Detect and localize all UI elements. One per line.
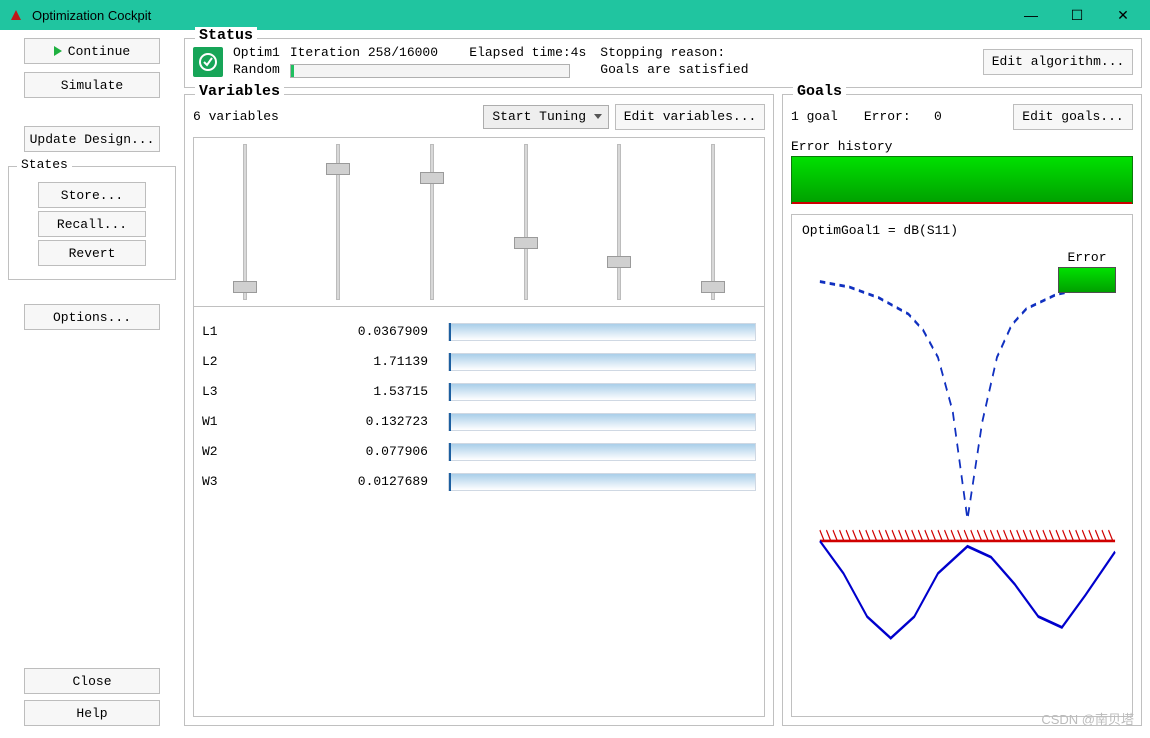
variable-slider[interactable] [589,144,649,300]
variable-value: 0.0127689 [300,474,440,489]
variables-group: Variables 6 variables Start Tuning Edit … [184,94,774,726]
continue-button[interactable]: Continue [24,38,160,64]
variable-slider[interactable] [308,144,368,300]
goal-plot-title: OptimGoal1 = dB(S11) [802,223,1122,238]
variable-slider[interactable] [402,144,462,300]
table-row: W3 0.0127689 [202,467,756,497]
error-swatch [1058,267,1116,293]
error-history-chart [791,156,1133,204]
variable-slider[interactable] [215,144,275,300]
states-legend: States [17,157,72,172]
table-row: L1 0.0367909 [202,317,756,347]
help-button[interactable]: Help [24,700,160,726]
variable-value: 0.132723 [300,414,440,429]
goals-group: Goals 1 goal Error: 0 Edit goals... Erro… [782,94,1142,726]
error-history-label: Error history [791,139,1133,154]
variable-name: L1 [202,324,292,339]
variable-name: L3 [202,384,292,399]
update-design-button[interactable]: Update Design... [24,126,160,152]
revert-button[interactable]: Revert [38,240,146,266]
close-window-button[interactable]: ✕ [1100,0,1146,30]
variable-name: L2 [202,354,292,369]
edit-algorithm-button[interactable]: Edit algorithm... [983,49,1133,75]
minimize-button[interactable]: — [1008,0,1054,30]
variable-name: W3 [202,474,292,489]
variables-count: 6 variables [193,109,477,124]
maximize-button[interactable]: ☐ [1054,0,1100,30]
variable-value: 0.077906 [300,444,440,459]
stopping-reason: Stopping reason: Goals are satisfied [600,45,748,79]
variable-value: 1.71139 [300,354,440,369]
variable-bar[interactable] [448,443,756,461]
states-group: States Store... Recall... Revert [8,166,176,280]
status-names: Optim1 Random [233,45,280,79]
elapsed-text: Elapsed time:4s [469,45,586,60]
stop-label: Stopping reason: [600,45,748,62]
recall-button[interactable]: Recall... [38,211,146,237]
table-row: W2 0.077906 [202,437,756,467]
goals-error: Error: 0 [864,109,1007,124]
window-title: Optimization Cockpit [32,8,151,23]
table-row: L2 1.71139 [202,347,756,377]
variable-bar[interactable] [448,383,756,401]
variable-slider[interactable] [683,144,743,300]
variable-bar[interactable] [448,473,756,491]
edit-goals-button[interactable]: Edit goals... [1013,104,1133,130]
status-icon [193,47,223,77]
table-row: W1 0.132723 [202,407,756,437]
chevron-down-icon [594,114,602,119]
goals-count: 1 goal [791,109,838,124]
progress-bar [290,64,570,78]
variables-legend: Variables [195,83,284,100]
error-badge-label: Error [1058,250,1116,265]
play-icon [54,46,62,56]
close-button[interactable]: Close [24,668,160,694]
table-row: L3 1.53715 [202,377,756,407]
store-button[interactable]: Store... [38,182,146,208]
stop-reason: Goals are satisfied [600,62,748,79]
start-tuning-label: Start Tuning [492,109,586,124]
watermark: CSDN @南贝塔 [1041,709,1134,728]
goals-legend: Goals [793,83,846,100]
status-progress: Iteration 258/16000 Elapsed time:4s [290,45,586,78]
variable-name: W1 [202,414,292,429]
variable-sliders [193,137,765,307]
optimizer-method: Random [233,62,280,79]
variable-bar[interactable] [448,413,756,431]
status-legend: Status [195,27,257,44]
options-button[interactable]: Options... [24,304,160,330]
status-group: Status Optim1 Random Iteration 258/16000… [184,38,1142,88]
start-tuning-combo[interactable]: Start Tuning [483,105,609,129]
variable-value: 1.53715 [300,384,440,399]
variable-bar[interactable] [448,353,756,371]
goal-plot-frame: OptimGoal1 = dB(S11) Error [791,214,1133,717]
variable-slider[interactable] [496,144,556,300]
variable-value: 0.0367909 [300,324,440,339]
variable-table: L10.0367909L21.71139L31.53715W10.132723W… [193,307,765,717]
optimizer-name: Optim1 [233,45,280,62]
variable-bar[interactable] [448,323,756,341]
continue-label: Continue [68,44,130,59]
error-badge: Error [1058,250,1116,293]
left-panel: Continue Simulate Update Design... State… [8,38,176,726]
variable-name: W2 [202,444,292,459]
titlebar: Optimization Cockpit — ☐ ✕ [0,0,1150,30]
app-icon [8,7,24,23]
simulate-button[interactable]: Simulate [24,72,160,98]
iteration-text: Iteration 258/16000 [290,45,438,60]
goal-plot: Error [798,242,1126,710]
edit-variables-button[interactable]: Edit variables... [615,104,765,130]
